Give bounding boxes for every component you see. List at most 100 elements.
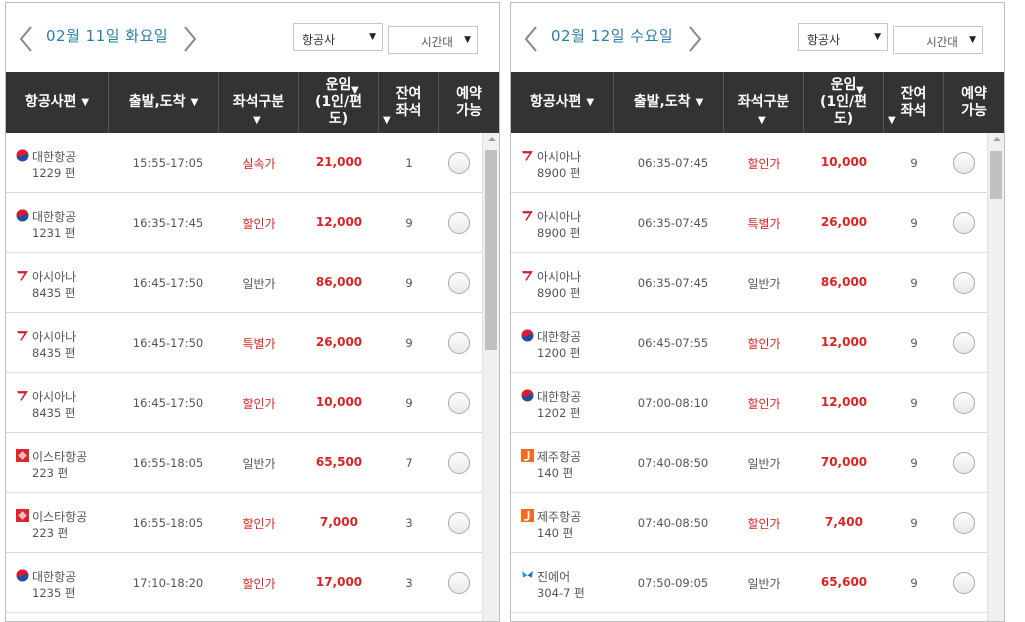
reserve-radio[interactable] [448,452,470,474]
departure-arrival-time: 16:45-17:50 [132,276,204,290]
flight-row: 대한항공 1235 편 17:10-18:20 할인가 17,000 3 [6,553,482,613]
reserve-radio[interactable] [448,152,470,174]
header-col[interactable]: 출발,도착 ▼ [109,72,219,133]
reserve-radio[interactable] [953,572,975,594]
departure-arrival-time: 15:55-17:05 [132,156,204,170]
scrollbar-thumb[interactable] [990,151,1002,199]
flight-number: 1200 편 [537,346,581,360]
scroll-up-arrow-icon[interactable] [488,137,496,141]
prev-day-arrow-icon[interactable] [18,25,34,53]
airline-select[interactable]: 항공사 ▼ [293,23,383,51]
seat-class: 일반가 [747,577,781,591]
reserve-radio[interactable] [448,332,470,354]
airline-cell: 아시아나 8435 편 [16,389,116,421]
header-label: 좌석 [395,102,422,119]
header-col[interactable]: 잔여 좌석 ▼ [884,72,944,133]
flight-row: 이스타항공 223 편 16:55-18:05 일반가 65,500 7 [6,433,482,493]
reserve-radio[interactable] [953,512,975,534]
sort-caret-icon: ▼ [190,97,199,108]
seats-remaining: 9 [910,336,918,350]
seat-class: 일반가 [747,277,781,291]
prev-day-arrow-icon[interactable] [523,25,539,53]
scrollbar[interactable] [482,133,499,621]
flight-number: 1231 편 [32,226,76,240]
seat-class: 할인가 [242,397,276,411]
seats-remaining: 9 [405,336,413,350]
reserve-radio[interactable] [953,152,975,174]
reserve-radio[interactable] [448,392,470,414]
airline-name: 아시아나 [32,330,77,344]
airline-name: 아시아나 [32,270,77,284]
chevron-down-icon: ▼ [969,35,976,45]
time-select[interactable]: 시간대 ▼ [893,26,983,54]
fare-amount: 12,000 [315,215,363,229]
departure-arrival-time: 16:45-17:50 [132,336,204,350]
fare-amount: 7,000 [320,515,358,529]
reserve-radio[interactable] [953,452,975,474]
airline-name: 대한항공 [32,210,77,224]
flight-number: 8435 편 [32,406,76,420]
airline-cell: 아시아나 8435 편 [16,329,116,361]
scrollbar[interactable] [987,133,1004,621]
seat-class: 일반가 [747,457,781,471]
asiana-logo-icon [16,329,29,341]
next-day-arrow-icon[interactable] [182,25,198,53]
fare-amount: 10,000 [315,395,363,409]
header-col[interactable]: 운임 (1인/편 도) ▼ [804,72,884,133]
flight-number: 140 편 [537,526,574,540]
korean-air-logo-icon [521,389,534,402]
seats-remaining: 9 [910,216,918,230]
airline-name: 아시아나 [537,210,582,224]
reserve-radio[interactable] [953,332,975,354]
airline-select[interactable]: 항공사 ▼ [798,23,888,51]
date-label: 02월 12일 수요일 [551,27,674,45]
reserve-radio[interactable] [448,512,470,534]
header-col[interactable]: 좌석구분 ▼ [724,72,804,133]
flight-number: 8435 편 [32,286,76,300]
scroll-up-arrow-icon[interactable] [993,137,1001,141]
airline-name: 아시아나 [32,390,77,404]
reserve-radio[interactable] [448,212,470,234]
seat-class: 특별가 [747,217,781,231]
chevron-down-icon: ▼ [464,35,471,45]
header-label: 좌석구분 [737,94,790,110]
flight-number: 1229 편 [32,166,76,180]
flight-row: 진에어 304-7 편 07:50-09:05 일반가 65,600 9 [511,553,987,613]
header-col[interactable]: 항공사편 ▼ [6,72,109,133]
header-col[interactable]: 출발,도착 ▼ [614,72,724,133]
scrollbar-thumb[interactable] [485,150,497,350]
sort-caret-icon: ▼ [856,85,864,96]
header-col[interactable]: 잔여 좌석 ▼ [379,72,439,133]
date-nav: 02월 11일 화요일 항공사 ▼ 시간대 ▼ [6,3,499,73]
seats-remaining: 9 [405,396,413,410]
flight-panel: 02월 12일 수요일 항공사 ▼ 시간대 ▼ 항공사편 ▼ 출발,도착 ▼ 좌석구분 ▼ 운임 (1인… [510,2,1005,622]
korean-air-logo-icon [16,149,29,162]
asiana-logo-icon [521,269,534,281]
airline-name: 제주항공 [537,450,582,464]
reserve-radio[interactable] [448,572,470,594]
time-select[interactable]: 시간대 ▼ [388,26,478,54]
reserve-radio[interactable] [953,272,975,294]
header-label: 가능 [961,102,987,119]
seat-class: 할인가 [242,577,276,591]
reserve-radio[interactable] [448,272,470,294]
fare-amount: 7,400 [825,515,863,529]
header-col[interactable]: 운임 (1인/편 도) ▼ [299,72,379,133]
reserve-radio[interactable] [953,392,975,414]
reserve-radio[interactable] [953,212,975,234]
next-day-arrow-icon[interactable] [687,25,703,53]
header-col[interactable]: 좌석구분 ▼ [219,72,299,133]
fare-amount: 26,000 [315,335,363,349]
header-label: 가능 [456,102,482,119]
airline-name: 이스타항공 [32,450,88,464]
asiana-logo-icon [16,269,29,281]
flight-number: 8900 편 [537,226,581,240]
flight-row: 아시아나 8900 편 06:35-07:45 일반가 86,000 9 [511,253,987,313]
header-col[interactable]: 항공사편 ▼ [511,72,614,133]
header-label: 예약 [456,85,482,102]
sort-caret-icon: ▼ [758,115,766,126]
flight-row: 아시아나 8435 편 16:45-17:50 특별가 26,000 9 [6,313,482,373]
header-label: 도) [833,111,854,127]
asiana-logo-icon [16,389,29,401]
airline-cell: 대한항공 1235 편 [16,569,116,601]
